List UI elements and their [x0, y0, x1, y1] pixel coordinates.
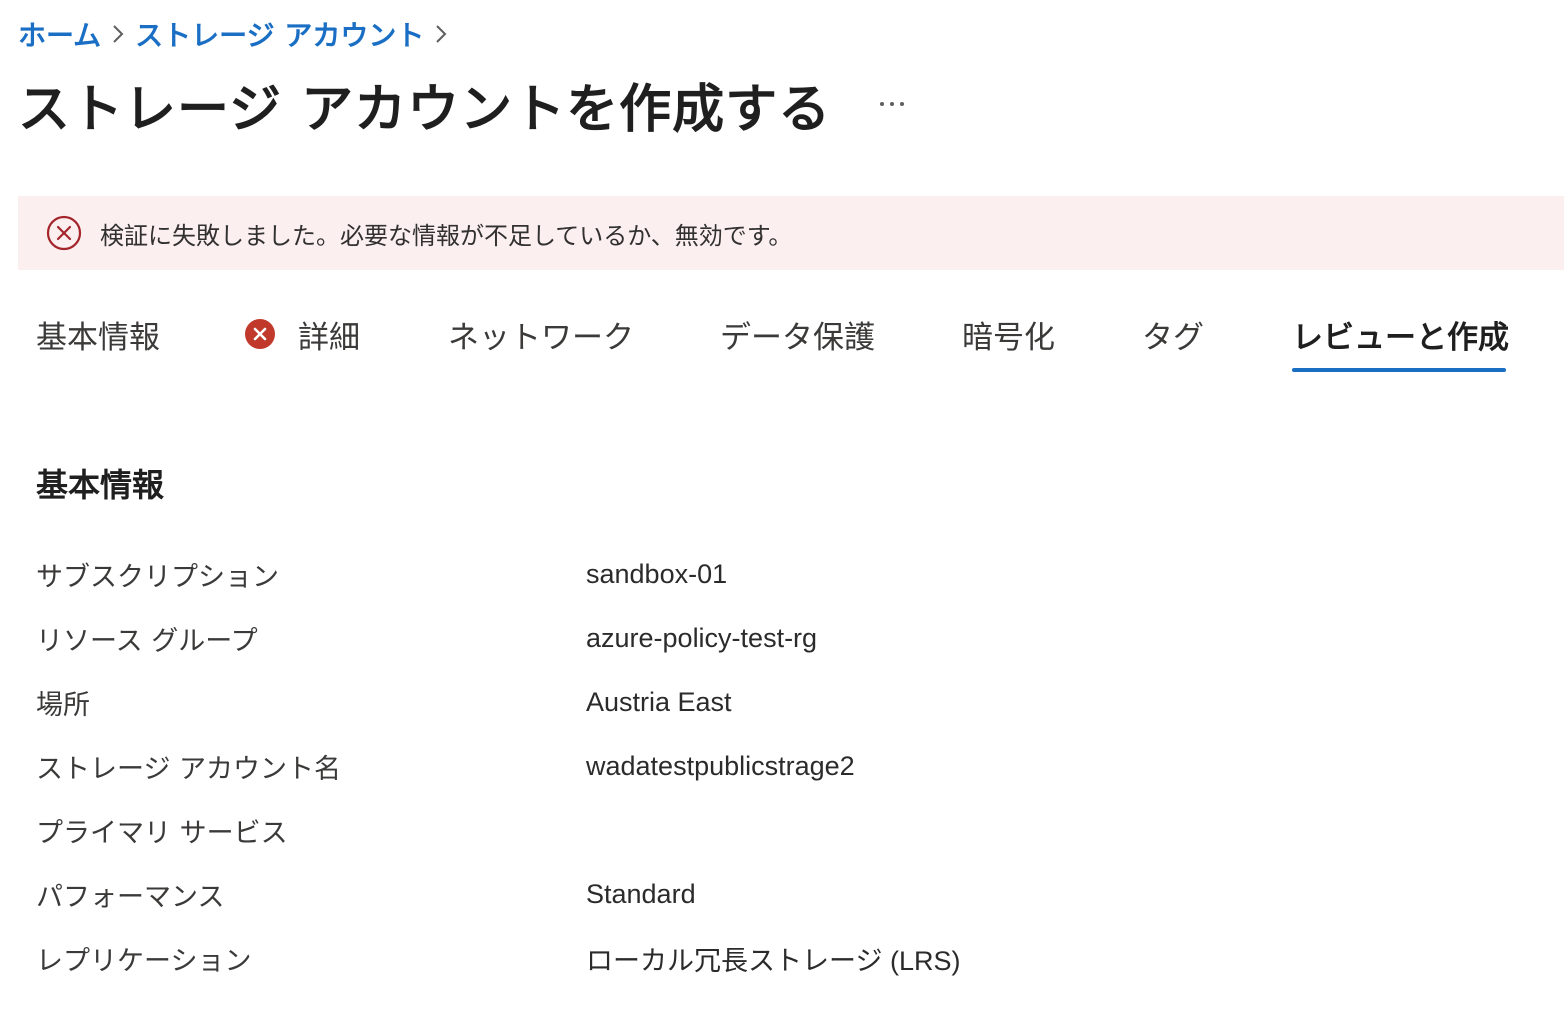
summary-row: ストレージ アカウント名 wadatestpublicstrage2: [0, 734, 1564, 798]
tab-label: タグ: [1142, 319, 1204, 356]
summary-label: プライマリ サービス: [36, 817, 288, 849]
summary-row: プライマリ サービス: [0, 798, 1564, 862]
breadcrumb-storage-accounts-link[interactable]: ストレージ アカウント: [135, 14, 424, 54]
tab-review-create[interactable]: レビューと作成: [1292, 296, 1509, 372]
summary-label: リソース グループ: [36, 625, 258, 657]
tab-label: ネットワーク: [448, 319, 634, 356]
tab-label: 暗号化: [962, 319, 1055, 356]
summary-value: sandbox-01: [586, 558, 728, 589]
summary-row: リソース グループ azure-policy-test-rg: [0, 606, 1564, 670]
tab-networking[interactable]: ネットワーク: [448, 296, 634, 372]
summary-value: Austria East: [586, 686, 732, 717]
chevron-right-icon: [424, 14, 458, 54]
wizard-tabs: 基本情報 詳細 ネットワーク データ保護 暗号化 タグ レビューと作成: [0, 296, 1564, 376]
more-options-button[interactable]: [874, 84, 910, 124]
chevron-right-icon: [101, 14, 135, 54]
tab-label: 基本情報: [36, 319, 160, 356]
summary-row: サブスクリプション sandbox-01: [0, 542, 1564, 606]
summary-row: パフォーマンス Standard: [0, 862, 1564, 926]
title-row: ストレージ アカウントを作成する: [18, 68, 831, 140]
tab-basics[interactable]: 基本情報: [36, 296, 160, 372]
section-title-basics: 基本情報: [36, 466, 165, 504]
breadcrumb-home-link[interactable]: ホーム: [18, 14, 101, 54]
error-circle-x-icon: [46, 215, 82, 251]
summary-row: レプリケーション ローカル冗長ストレージ (LRS): [0, 926, 1564, 990]
summary-value: ローカル冗長ストレージ (LRS): [586, 945, 961, 976]
tab-label: レビューと作成: [1292, 319, 1509, 356]
summary-label: 場所: [36, 689, 90, 721]
summary-label: ストレージ アカウント名: [36, 753, 342, 785]
summary-value: Standard: [586, 878, 696, 909]
summary-value: wadatestpublicstrage2: [586, 750, 855, 781]
tab-encryption[interactable]: 暗号化: [962, 296, 1055, 372]
tab-advanced[interactable]: 詳細: [244, 296, 360, 372]
summary-label: レプリケーション: [36, 945, 252, 977]
breadcrumb: ホーム ストレージ アカウント: [18, 14, 458, 54]
summary-label: サブスクリプション: [36, 561, 279, 593]
summary-label: パフォーマンス: [36, 881, 225, 913]
tab-label: データ保護: [720, 319, 875, 356]
active-tab-indicator: [1292, 368, 1506, 372]
tab-tags[interactable]: タグ: [1142, 296, 1204, 372]
ellipsis-icon: [880, 102, 904, 106]
validation-error-banner: 検証に失敗しました。必要な情報が不足しているか、無効です。: [18, 196, 1564, 270]
summary-row: 場所 Austria East: [0, 670, 1564, 734]
error-message: 検証に失敗しました。必要な情報が不足しているか、無効です。: [100, 221, 793, 250]
tab-data-protection[interactable]: データ保護: [720, 296, 875, 372]
summary-value: azure-policy-test-rg: [586, 622, 818, 653]
error-filled-icon: [244, 318, 276, 350]
tab-label: 詳細: [298, 319, 360, 356]
page-title: ストレージ アカウントを作成する: [18, 79, 832, 140]
